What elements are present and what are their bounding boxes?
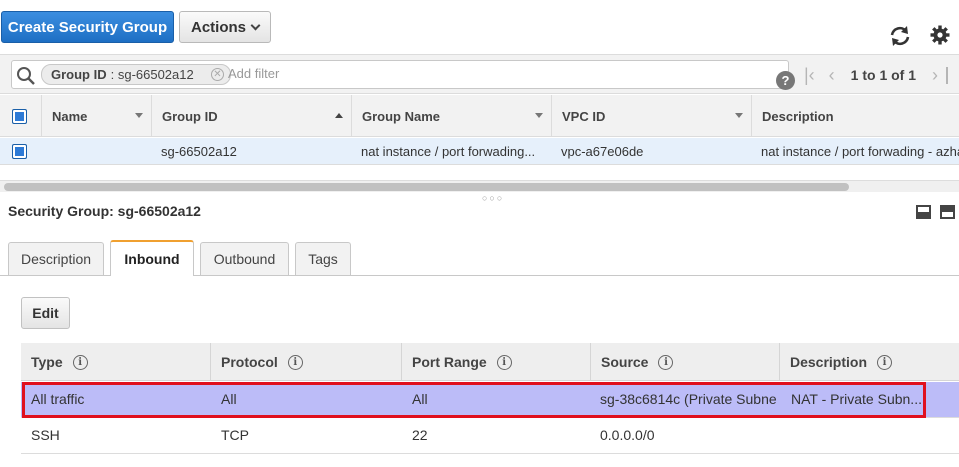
select-all-checkbox-cell[interactable] — [0, 95, 40, 137]
rule-header-port-range: Port Range i — [401, 343, 590, 381]
chevron-down-icon — [250, 20, 261, 30]
rule-description — [791, 418, 951, 453]
first-page-icon[interactable]: |‹ — [804, 65, 815, 86]
rule-type: SSH — [31, 427, 60, 443]
maximize-pane-icon[interactable] — [916, 205, 931, 219]
column-header-group-name[interactable]: Group Name — [351, 95, 551, 137]
detail-tabs: Description Inbound Outbound Tags — [0, 240, 959, 276]
cell-name[interactable] — [51, 138, 151, 165]
rules-table-header: Type i Protocol i Port Range i Source i Desc… — [21, 343, 959, 381]
filter-token-value: : sg-66502a12 — [110, 67, 194, 82]
actions-label: Actions — [190, 18, 246, 36]
cell-vpc-id[interactable]: vpc-a67e06de — [561, 138, 746, 165]
info-icon[interactable]: i — [658, 354, 674, 370]
tab-description[interactable]: Description — [8, 242, 104, 275]
rule-header-description: Description i — [779, 343, 959, 381]
gear-icon[interactable] — [930, 25, 950, 45]
cell-group-name: nat instance / port forwading... — [361, 144, 536, 159]
detail-title: Security Group: sg-66502a12 — [8, 203, 201, 219]
actions-dropdown-button[interactable]: Actions — [179, 11, 271, 43]
column-header-label: Description — [762, 108, 834, 124]
column-header-label: Group Name — [362, 108, 441, 124]
table-row[interactable]: sg-66502a12 nat instance / port forwadin… — [0, 138, 959, 165]
tab-outbound[interactable]: Outbound — [200, 242, 289, 275]
rule-protocol: All — [221, 391, 237, 407]
rule-header-label: Description — [790, 354, 868, 370]
info-icon[interactable]: i — [496, 354, 512, 370]
table-row[interactable]: All traffic All All sg-38c6814c (Private… — [21, 382, 959, 418]
rule-header-protocol: Protocol i — [210, 343, 401, 381]
rule-header-source: Source i — [590, 343, 779, 381]
search-icon — [17, 67, 35, 85]
remove-filter-icon[interactable]: ✕ — [211, 68, 224, 81]
table-row[interactable]: SSH TCP 22 0.0.0.0/0 — [21, 418, 959, 454]
sort-icon[interactable] — [735, 113, 743, 118]
rule-header-label: Protocol — [221, 354, 278, 370]
pane-resize-handle[interactable]: ○○○ — [482, 193, 504, 203]
rule-header-label: Port Range — [412, 354, 487, 370]
help-icon[interactable]: ? — [776, 71, 795, 90]
column-header-label: Name — [52, 108, 88, 124]
rule-description: NAT - Private Subn... — [791, 391, 922, 407]
rule-header-label: Source — [601, 354, 649, 370]
grid-header: Name Group ID Group Name VPC ID Descript… — [0, 95, 959, 137]
refresh-icon[interactable] — [888, 24, 912, 48]
sort-icon[interactable] — [535, 113, 543, 118]
rule-header-label: Type — [31, 354, 63, 370]
column-header-description[interactable]: Description — [751, 95, 959, 137]
info-icon[interactable]: i — [287, 354, 303, 370]
rule-header-type: Type i — [21, 343, 210, 381]
pagination: |‹ ‹ 1 to 1 of 1 › — [800, 55, 952, 95]
rule-port-range: All — [412, 391, 428, 407]
rule-type: All traffic — [31, 391, 85, 407]
sort-icon[interactable] — [135, 113, 143, 118]
row-checkbox[interactable] — [12, 144, 27, 159]
cell-group-id: sg-66502a12 — [161, 144, 237, 159]
column-header-group-id[interactable]: Group ID — [151, 95, 351, 137]
info-icon[interactable]: i — [877, 354, 893, 370]
edit-button[interactable]: Edit — [21, 297, 70, 329]
column-header-vpc-id[interactable]: VPC ID — [551, 95, 751, 137]
select-all-checkbox[interactable] — [12, 108, 27, 124]
restore-pane-icon[interactable] — [940, 205, 955, 219]
rule-protocol: TCP — [221, 427, 249, 443]
info-icon[interactable]: i — [72, 354, 88, 370]
add-filter-placeholder[interactable]: Add filter — [228, 66, 279, 81]
filter-token[interactable]: Group ID : sg-66502a12 ✕ — [41, 64, 231, 85]
filter-search-input[interactable]: Group ID : sg-66502a12 ✕ Add filter ? — [11, 60, 795, 90]
rule-port-range: 22 — [412, 427, 428, 443]
filter-token-key: Group ID — [51, 67, 107, 82]
column-header-label: VPC ID — [562, 108, 606, 124]
column-header-name[interactable]: Name — [41, 95, 151, 137]
scrollbar-thumb[interactable] — [4, 183, 849, 191]
sort-ascending-icon[interactable] — [335, 113, 343, 118]
column-header-label: Group ID — [162, 108, 218, 124]
tab-tags[interactable]: Tags — [295, 242, 351, 275]
rule-source: sg-38c6814c (Private Subne — [600, 391, 777, 407]
page-count: 1 to 1 of 1 — [850, 67, 917, 83]
rule-source: 0.0.0.0/0 — [600, 427, 655, 443]
tab-inbound[interactable]: Inbound — [110, 240, 194, 276]
previous-page-icon[interactable]: ‹ — [829, 65, 835, 86]
horizontal-scrollbar[interactable] — [0, 180, 959, 192]
cell-description: nat instance / port forwading - azha — [761, 144, 959, 159]
create-security-group-button[interactable]: Create Security Group — [1, 11, 174, 43]
last-page-icon[interactable] — [946, 66, 952, 84]
next-page-icon[interactable]: › — [932, 65, 938, 86]
filter-bar: Group ID : sg-66502a12 ✕ Add filter ? |‹… — [0, 54, 959, 94]
